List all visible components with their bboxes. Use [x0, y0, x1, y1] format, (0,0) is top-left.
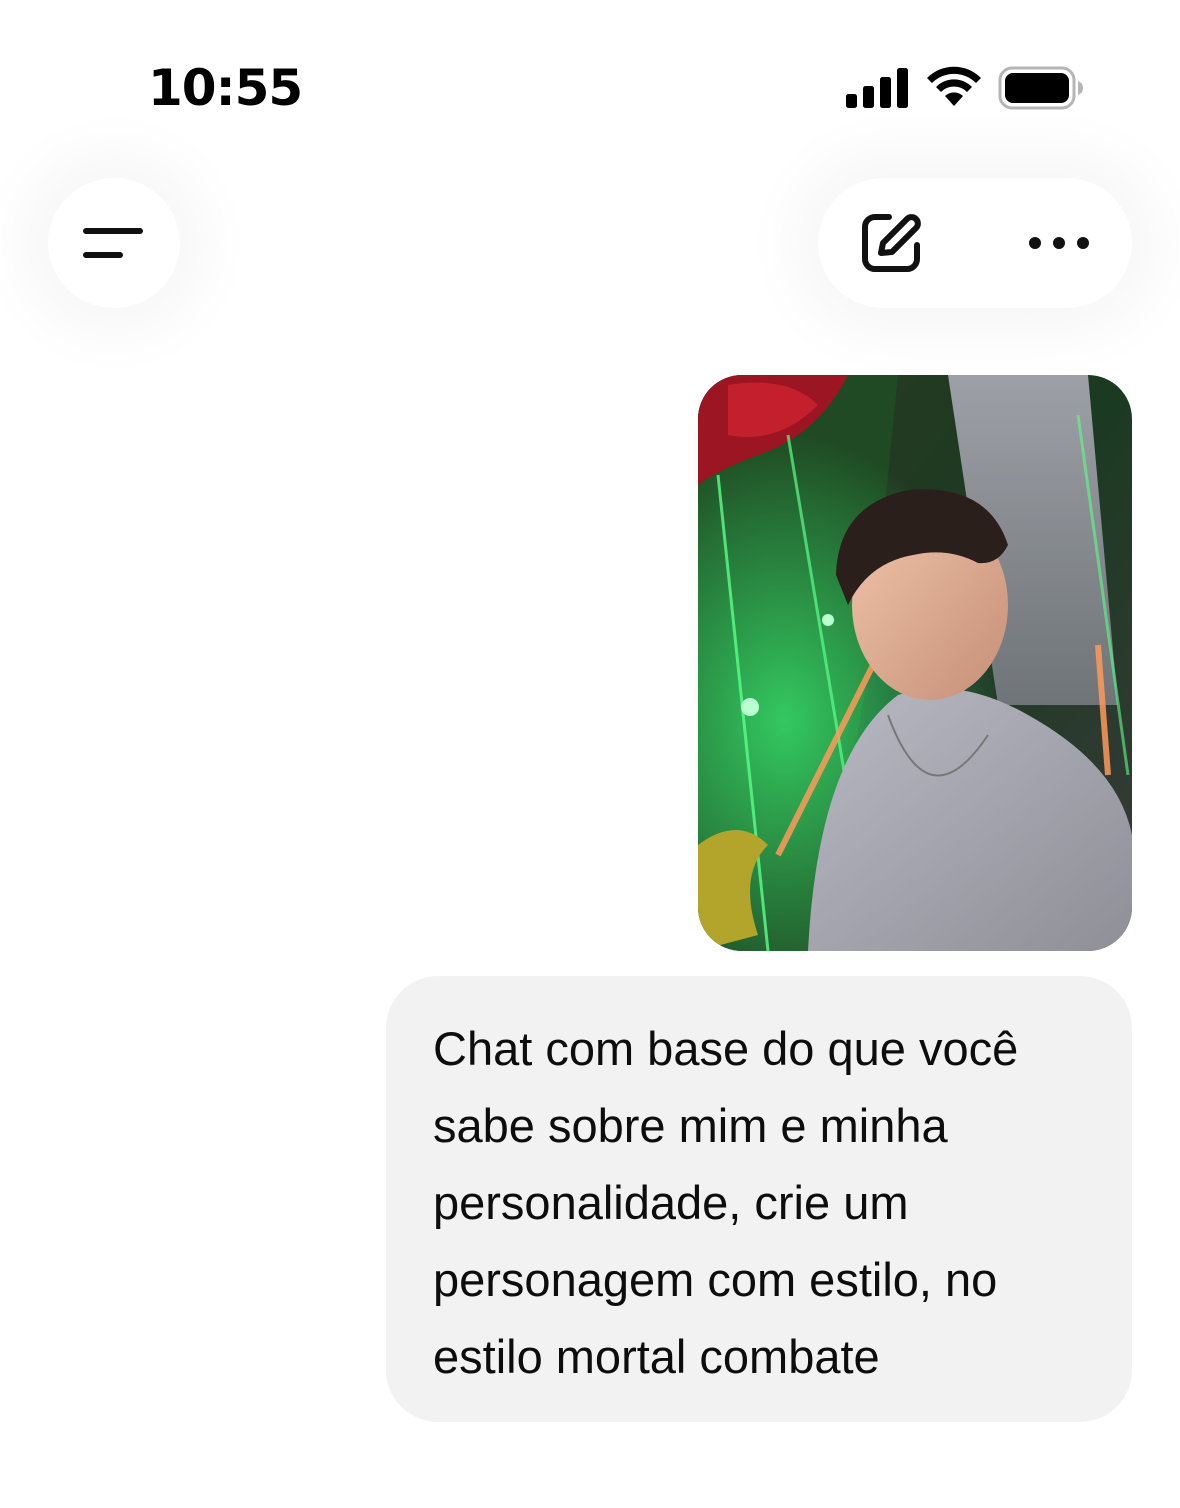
- more-icon: [1029, 237, 1089, 249]
- status-icons: [840, 62, 1090, 114]
- status-time: 10:55: [148, 59, 303, 117]
- photo-image: [698, 375, 1132, 951]
- menu-icon: [83, 228, 143, 258]
- user-photo-attachment[interactable]: [698, 375, 1132, 951]
- battery-icon: [998, 66, 1083, 110]
- header-actions: [818, 178, 1132, 308]
- wifi-icon: [927, 66, 981, 106]
- menu-button[interactable]: [48, 178, 180, 308]
- user-message-text: Chat com base do que você sabe sobre mim…: [433, 1022, 1019, 1383]
- user-message-bubble: Chat com base do que você sabe sobre mim…: [386, 976, 1132, 1422]
- signal-icon: [846, 68, 908, 108]
- edit-icon: [862, 214, 921, 272]
- new-chat-button[interactable]: [826, 178, 956, 308]
- more-options-button[interactable]: [994, 178, 1124, 308]
